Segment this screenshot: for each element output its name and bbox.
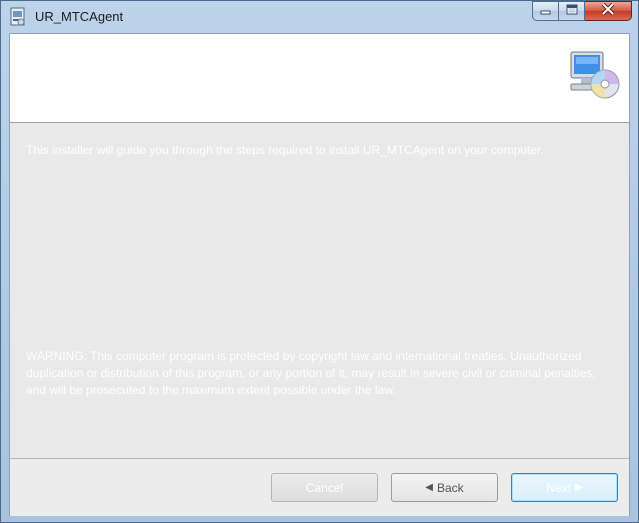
back-button[interactable]: ◀ Back [391,473,498,502]
caption-buttons [532,1,632,22]
dialog-client-area: This installer will guide you through th… [9,33,630,516]
intro-text: This installer will guide you through th… [26,143,544,157]
cancel-button[interactable]: Cancel [271,473,378,502]
cancel-label: Cancel [305,480,344,495]
installer-window: UR_MTCAgent This installer will guide yo… [0,0,639,523]
next-label: Next [546,480,571,495]
window-title: UR_MTCAgent [35,9,124,24]
minimize-button[interactable] [532,1,559,21]
minimize-icon [540,2,552,20]
back-arrow-icon: ◀ [425,482,433,493]
close-icon [601,2,615,20]
back-label: Back [437,480,464,495]
next-button[interactable]: Next ▶ [511,473,618,502]
maximize-button[interactable] [559,1,585,21]
header-banner [10,34,629,123]
button-bar: Cancel ◀ Back Next ▶ [10,458,629,516]
title-bar[interactable]: UR_MTCAgent [1,1,638,33]
welcome-content: This installer will guide you through th… [10,123,629,458]
computer-with-cd-icon [567,44,621,106]
maximize-icon [566,2,578,20]
next-arrow-icon: ▶ [574,482,583,493]
copyright-warning: WARNING: This computer program is protec… [26,349,596,397]
close-button[interactable] [585,1,632,21]
installer-icon [9,7,27,27]
